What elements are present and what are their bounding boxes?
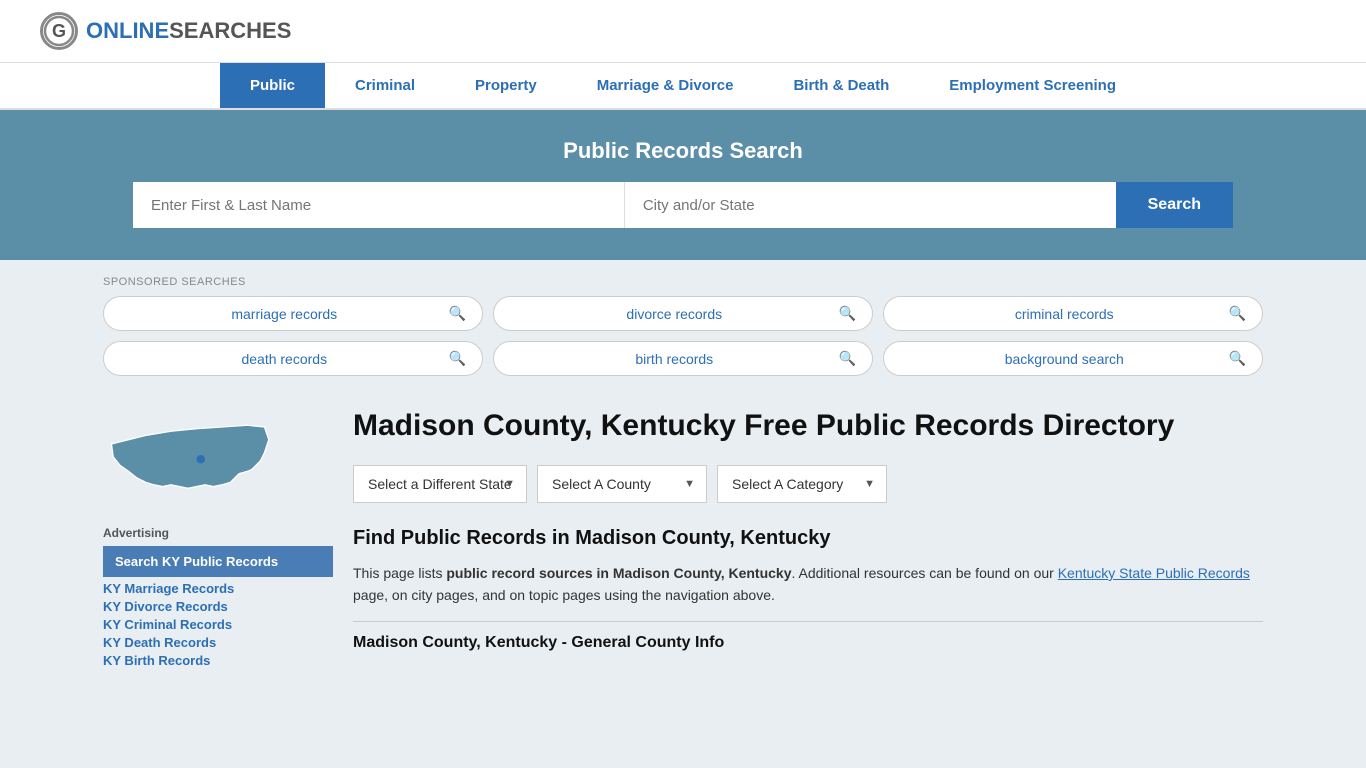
logo-icon: G (40, 12, 78, 50)
search-icon-background: 🔍 (1229, 350, 1246, 367)
header: G ONLINESEARCHES (0, 0, 1366, 63)
category-dropdown-wrapper: Select A Category (717, 465, 887, 503)
sponsored-link-death[interactable]: death records (120, 351, 449, 367)
main-nav: Public Criminal Property Marriage & Divo… (0, 63, 1366, 110)
main-content: Madison County, Kentucky Free Public Rec… (353, 406, 1263, 671)
state-dropdown-wrapper: Select a Different State (353, 465, 527, 503)
sponsored-item-birth[interactable]: birth records 🔍 (493, 341, 873, 376)
dropdowns-row: Select a Different State Select A County… (353, 465, 1263, 503)
nav-marriage-divorce[interactable]: Marriage & Divorce (567, 63, 764, 108)
name-input[interactable] (133, 182, 625, 228)
find-paragraph: This page lists public record sources in… (353, 562, 1263, 607)
search-bar: Search (133, 182, 1233, 228)
nav-birth-death[interactable]: Birth & Death (763, 63, 919, 108)
county-info-title: Madison County, Kentucky - General Count… (353, 621, 1263, 652)
content-wrapper: SPONSORED SEARCHES marriage records 🔍 di… (63, 276, 1303, 671)
search-icon-birth: 🔍 (839, 350, 856, 367)
sidebar-link-criminal[interactable]: KY Criminal Records (103, 617, 333, 632)
logo-text: ONLINESEARCHES (86, 18, 291, 44)
sponsored-label: SPONSORED SEARCHES (103, 276, 1263, 288)
sponsored-link-background[interactable]: background search (900, 351, 1229, 367)
state-dropdown[interactable]: Select a Different State (353, 465, 527, 503)
city-input[interactable] (625, 182, 1116, 228)
sidebar: Advertising Search KY Public Records KY … (103, 406, 333, 671)
ky-map (103, 406, 273, 516)
find-text-1: This page lists (353, 565, 446, 581)
nav-public[interactable]: Public (220, 63, 325, 108)
search-icon-death: 🔍 (449, 350, 466, 367)
search-icon-divorce: 🔍 (839, 305, 856, 322)
sponsored-link-marriage[interactable]: marriage records (120, 306, 449, 322)
search-icon-criminal: 🔍 (1229, 305, 1246, 322)
nav-property[interactable]: Property (445, 63, 567, 108)
hero-title: Public Records Search (40, 138, 1326, 164)
category-dropdown[interactable]: Select A Category (717, 465, 887, 503)
main-layout: Advertising Search KY Public Records KY … (103, 396, 1263, 671)
ky-records-link[interactable]: Kentucky State Public Records (1058, 565, 1250, 581)
sidebar-link-divorce[interactable]: KY Divorce Records (103, 599, 333, 614)
sidebar-link-birth[interactable]: KY Birth Records (103, 653, 333, 668)
sponsored-item-background[interactable]: background search 🔍 (883, 341, 1263, 376)
sponsored-link-birth[interactable]: birth records (510, 351, 839, 367)
sponsored-item-divorce[interactable]: divorce records 🔍 (493, 296, 873, 331)
svg-text:G: G (52, 21, 66, 41)
logo-area: G ONLINESEARCHES (40, 12, 291, 50)
nav-employment[interactable]: Employment Screening (919, 63, 1146, 108)
sponsored-item-criminal[interactable]: criminal records 🔍 (883, 296, 1263, 331)
sponsored-link-criminal[interactable]: criminal records (900, 306, 1229, 322)
find-title: Find Public Records in Madison County, K… (353, 527, 1263, 550)
nav-criminal[interactable]: Criminal (325, 63, 445, 108)
page-title: Madison County, Kentucky Free Public Rec… (353, 406, 1263, 445)
county-dropdown[interactable]: Select A County (537, 465, 707, 503)
search-button[interactable]: Search (1116, 182, 1233, 228)
advertising-label: Advertising (103, 526, 333, 540)
find-text-bold: public record sources in Madison County,… (446, 565, 791, 581)
sponsored-link-divorce[interactable]: divorce records (510, 306, 839, 322)
sidebar-link-death[interactable]: KY Death Records (103, 635, 333, 650)
sidebar-ad-highlight[interactable]: Search KY Public Records (103, 546, 333, 577)
hero-section: Public Records Search Search (0, 110, 1366, 260)
county-dropdown-wrapper: Select A County (537, 465, 707, 503)
find-text-2: . Additional resources can be found on o… (792, 565, 1058, 581)
sponsored-grid: marriage records 🔍 divorce records 🔍 cri… (103, 296, 1263, 376)
sidebar-link-marriage[interactable]: KY Marriage Records (103, 581, 333, 596)
sponsored-item-death[interactable]: death records 🔍 (103, 341, 483, 376)
search-icon-marriage: 🔍 (449, 305, 466, 322)
find-text-3: page, on city pages, and on topic pages … (353, 587, 775, 603)
sponsored-item-marriage[interactable]: marriage records 🔍 (103, 296, 483, 331)
